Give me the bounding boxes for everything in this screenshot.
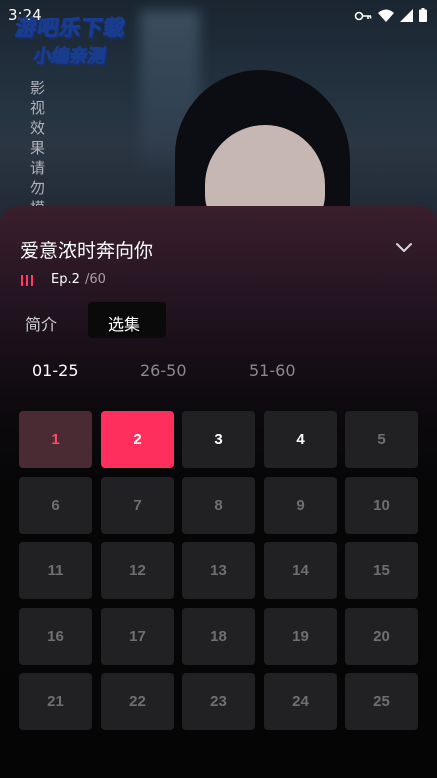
episode-25-button[interactable]: 25 xyxy=(345,673,418,730)
episode-22-button[interactable]: 22 xyxy=(101,673,174,730)
episode-3-button[interactable]: 3 xyxy=(182,411,255,468)
episode-14-button[interactable]: 14 xyxy=(264,542,337,599)
drama-title: 爱意浓时奔向你 xyxy=(20,240,154,262)
episode-10-button[interactable]: 10 xyxy=(345,477,418,534)
watermark-line1: 游吧乐下载 xyxy=(13,16,128,41)
episode-4-button[interactable]: 4 xyxy=(264,411,337,468)
range-tab-51-60[interactable]: 51-60 xyxy=(249,361,296,380)
range-tab-26-50[interactable]: 26-50 xyxy=(140,361,187,380)
wifi-icon xyxy=(378,7,394,26)
episode-16-button[interactable]: 16 xyxy=(19,608,92,665)
episode-24-button[interactable]: 24 xyxy=(264,673,337,730)
tab-episodes[interactable]: 选集 xyxy=(108,311,140,335)
episode-18-button[interactable]: 18 xyxy=(182,608,255,665)
episode-19-button[interactable]: 19 xyxy=(264,608,337,665)
signal-icon xyxy=(400,7,413,26)
episode-5-button[interactable]: 5 xyxy=(345,411,418,468)
episode-12-button[interactable]: 12 xyxy=(101,542,174,599)
episode-21-button[interactable]: 21 xyxy=(19,673,92,730)
chevron-down-icon[interactable] xyxy=(394,240,414,256)
episode-11-button[interactable]: 11 xyxy=(19,542,92,599)
key-icon xyxy=(354,7,372,26)
episode-6-button[interactable]: 6 xyxy=(19,477,92,534)
episode-sheet: 爱意浓时奔向你 Ep.2 /60 简介 选集 01-25 26-50 51-60… xyxy=(0,206,437,778)
watermark-line2: 小编亲测 xyxy=(32,46,108,68)
episode-15-button[interactable]: 15 xyxy=(345,542,418,599)
watermark-logo: 游吧乐下载 小编亲测 xyxy=(10,12,158,68)
episode-range-tabs: 01-25 26-50 51-60 xyxy=(0,358,437,388)
playing-bars-icon xyxy=(21,275,35,286)
total-episodes: /60 xyxy=(85,272,106,287)
episode-13-button[interactable]: 13 xyxy=(182,542,255,599)
current-episode: Ep.2 xyxy=(51,272,80,287)
range-tab-01-25[interactable]: 01-25 xyxy=(32,361,79,380)
episode-8-button[interactable]: 8 xyxy=(182,477,255,534)
episode-23-button[interactable]: 23 xyxy=(182,673,255,730)
status-icons xyxy=(354,7,427,26)
episode-1-button[interactable]: 1 xyxy=(19,411,92,468)
episode-9-button[interactable]: 9 xyxy=(264,477,337,534)
video-overlay-text: 影视效果请勿模 xyxy=(30,79,46,217)
episode-17-button[interactable]: 17 xyxy=(101,608,174,665)
battery-icon xyxy=(419,7,427,26)
sheet-tabs: 简介 选集 xyxy=(0,302,437,342)
episode-7-button[interactable]: 7 xyxy=(101,477,174,534)
tab-intro[interactable]: 简介 xyxy=(25,311,57,335)
episode-2-button[interactable]: 2 xyxy=(101,411,174,468)
episode-20-button[interactable]: 20 xyxy=(345,608,418,665)
